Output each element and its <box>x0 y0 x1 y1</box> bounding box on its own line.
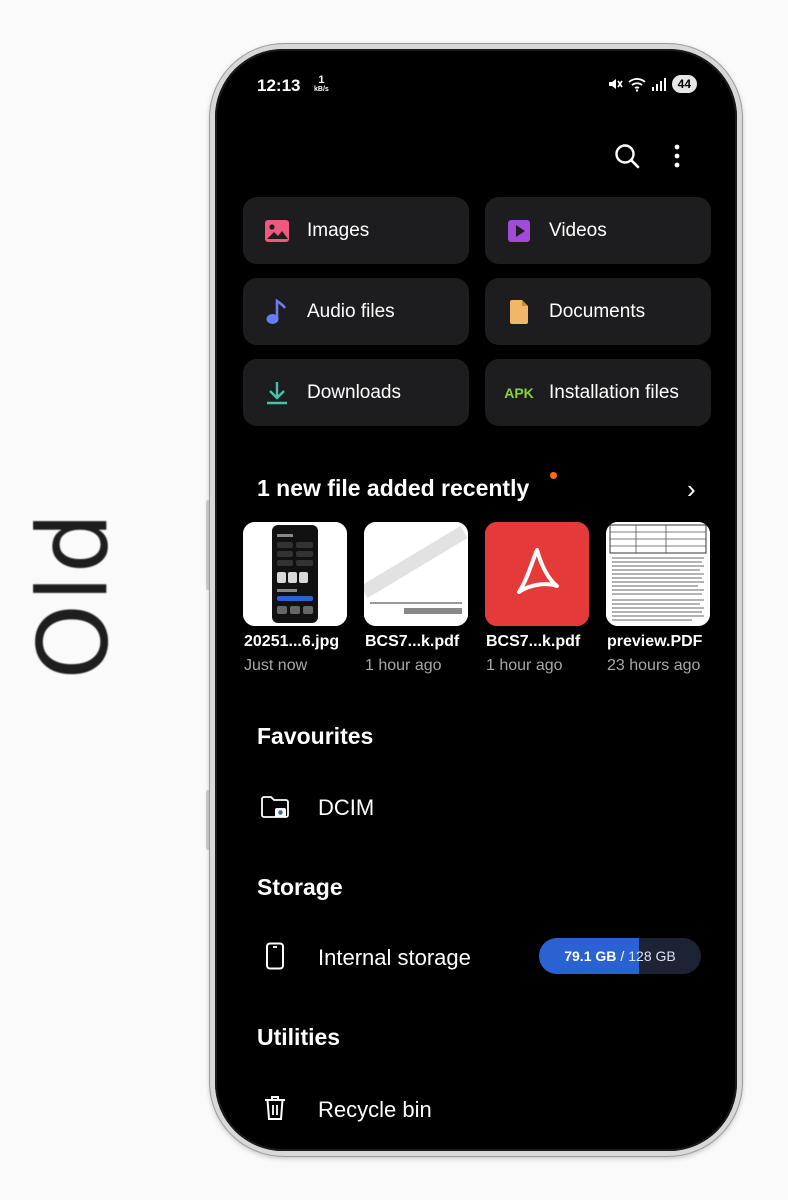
internal-storage-label[interactable]: Internal storage <box>318 945 471 971</box>
favourites-title: Favourites <box>257 723 374 749</box>
recent-file-name: BCS7...k.pdf <box>365 633 460 650</box>
net-speed-value: 1 <box>318 74 325 86</box>
recent-file-time: 1 hour ago <box>486 657 563 674</box>
recent-file-time: 23 hours ago <box>607 657 701 674</box>
video-icon <box>505 217 533 245</box>
category-audio[interactable]: Audio files <box>243 278 469 345</box>
recycle-bin[interactable]: Recycle bin <box>318 1097 432 1123</box>
storage-total: 128 GB <box>628 948 676 964</box>
recent-file-time: 1 hour ago <box>365 657 442 674</box>
pdf-page-thumb-icon <box>364 522 468 626</box>
mute-icon <box>608 79 623 89</box>
category-downloads[interactable]: Downloads <box>243 359 469 426</box>
category-label: Videos <box>549 219 607 241</box>
category-label: Documents <box>549 300 646 322</box>
side-caption-text: Old <box>18 510 131 680</box>
music-note-icon <box>263 298 291 326</box>
recent-file-name: preview.PDF <box>607 633 703 650</box>
phone-frame: 12:13 1 kB/s 44 Images Videos Audio file… <box>210 44 742 1156</box>
more-options-button[interactable] <box>660 139 694 173</box>
new-indicator-dot <box>550 472 557 479</box>
recent-files-title[interactable]: 1 new file added recently <box>257 475 529 502</box>
apk-badge: APK <box>504 384 534 401</box>
search-icon <box>615 144 640 169</box>
chevron-right-icon[interactable]: › <box>687 474 696 505</box>
storage-usage-text: 79.1 GB / 128 GB <box>539 938 701 974</box>
recent-thumb-screenshot[interactable] <box>243 522 347 626</box>
more-vert-icon <box>674 144 680 168</box>
document-icon <box>505 298 533 326</box>
category-images[interactable]: Images <box>243 197 469 264</box>
document-page-thumb-icon <box>606 522 710 626</box>
favourite-dcim[interactable]: DCIM <box>318 795 374 821</box>
category-documents[interactable]: Documents <box>485 278 711 345</box>
status-bar: 12:13 1 kB/s 44 <box>215 69 737 101</box>
screenshot-thumb-icon <box>243 522 347 626</box>
apk-icon: APK <box>504 379 534 407</box>
status-icons: 44 <box>607 75 697 93</box>
search-button[interactable] <box>610 139 644 173</box>
storage-usage-bar[interactable]: 79.1 GB / 128 GB <box>539 938 701 974</box>
image-icon <box>263 217 291 245</box>
signal-icon <box>651 78 666 91</box>
category-label: Audio files <box>307 300 395 322</box>
wifi-icon <box>628 78 646 92</box>
battery-indicator: 44 <box>671 75 697 93</box>
trash-icon <box>260 1093 290 1123</box>
recent-thumb-pdf[interactable] <box>485 522 589 626</box>
recent-thumb-pdf-preview[interactable] <box>364 522 468 626</box>
storage-separator: / <box>620 948 625 964</box>
download-icon <box>263 379 291 407</box>
category-label: Downloads <box>307 381 401 403</box>
category-label: Installation files <box>549 381 679 403</box>
utilities-title: Utilities <box>257 1024 341 1050</box>
category-videos[interactable]: Videos <box>485 197 711 264</box>
side-caption: Old <box>14 505 134 685</box>
recent-file-name: 20251...6.jpg <box>244 633 340 650</box>
net-speed-unit: kB/s <box>314 86 329 93</box>
pdf-icon <box>485 522 589 626</box>
phone-icon <box>260 941 290 971</box>
category-installation-files[interactable]: APK Installation files <box>485 359 711 426</box>
recent-file-time: Just now <box>244 657 308 674</box>
storage-title: Storage <box>257 874 343 900</box>
status-time: 12:13 <box>257 76 301 95</box>
net-speed: 1 kB/s <box>314 75 329 94</box>
folder-icon <box>260 792 290 822</box>
category-label: Images <box>307 219 370 241</box>
recent-file-name: BCS7...k.pdf <box>486 633 581 650</box>
phone-screen: 12:13 1 kB/s 44 Images Videos Audio file… <box>215 49 737 1151</box>
storage-used: 79.1 GB <box>564 948 617 964</box>
recent-thumb-document[interactable] <box>606 522 710 626</box>
